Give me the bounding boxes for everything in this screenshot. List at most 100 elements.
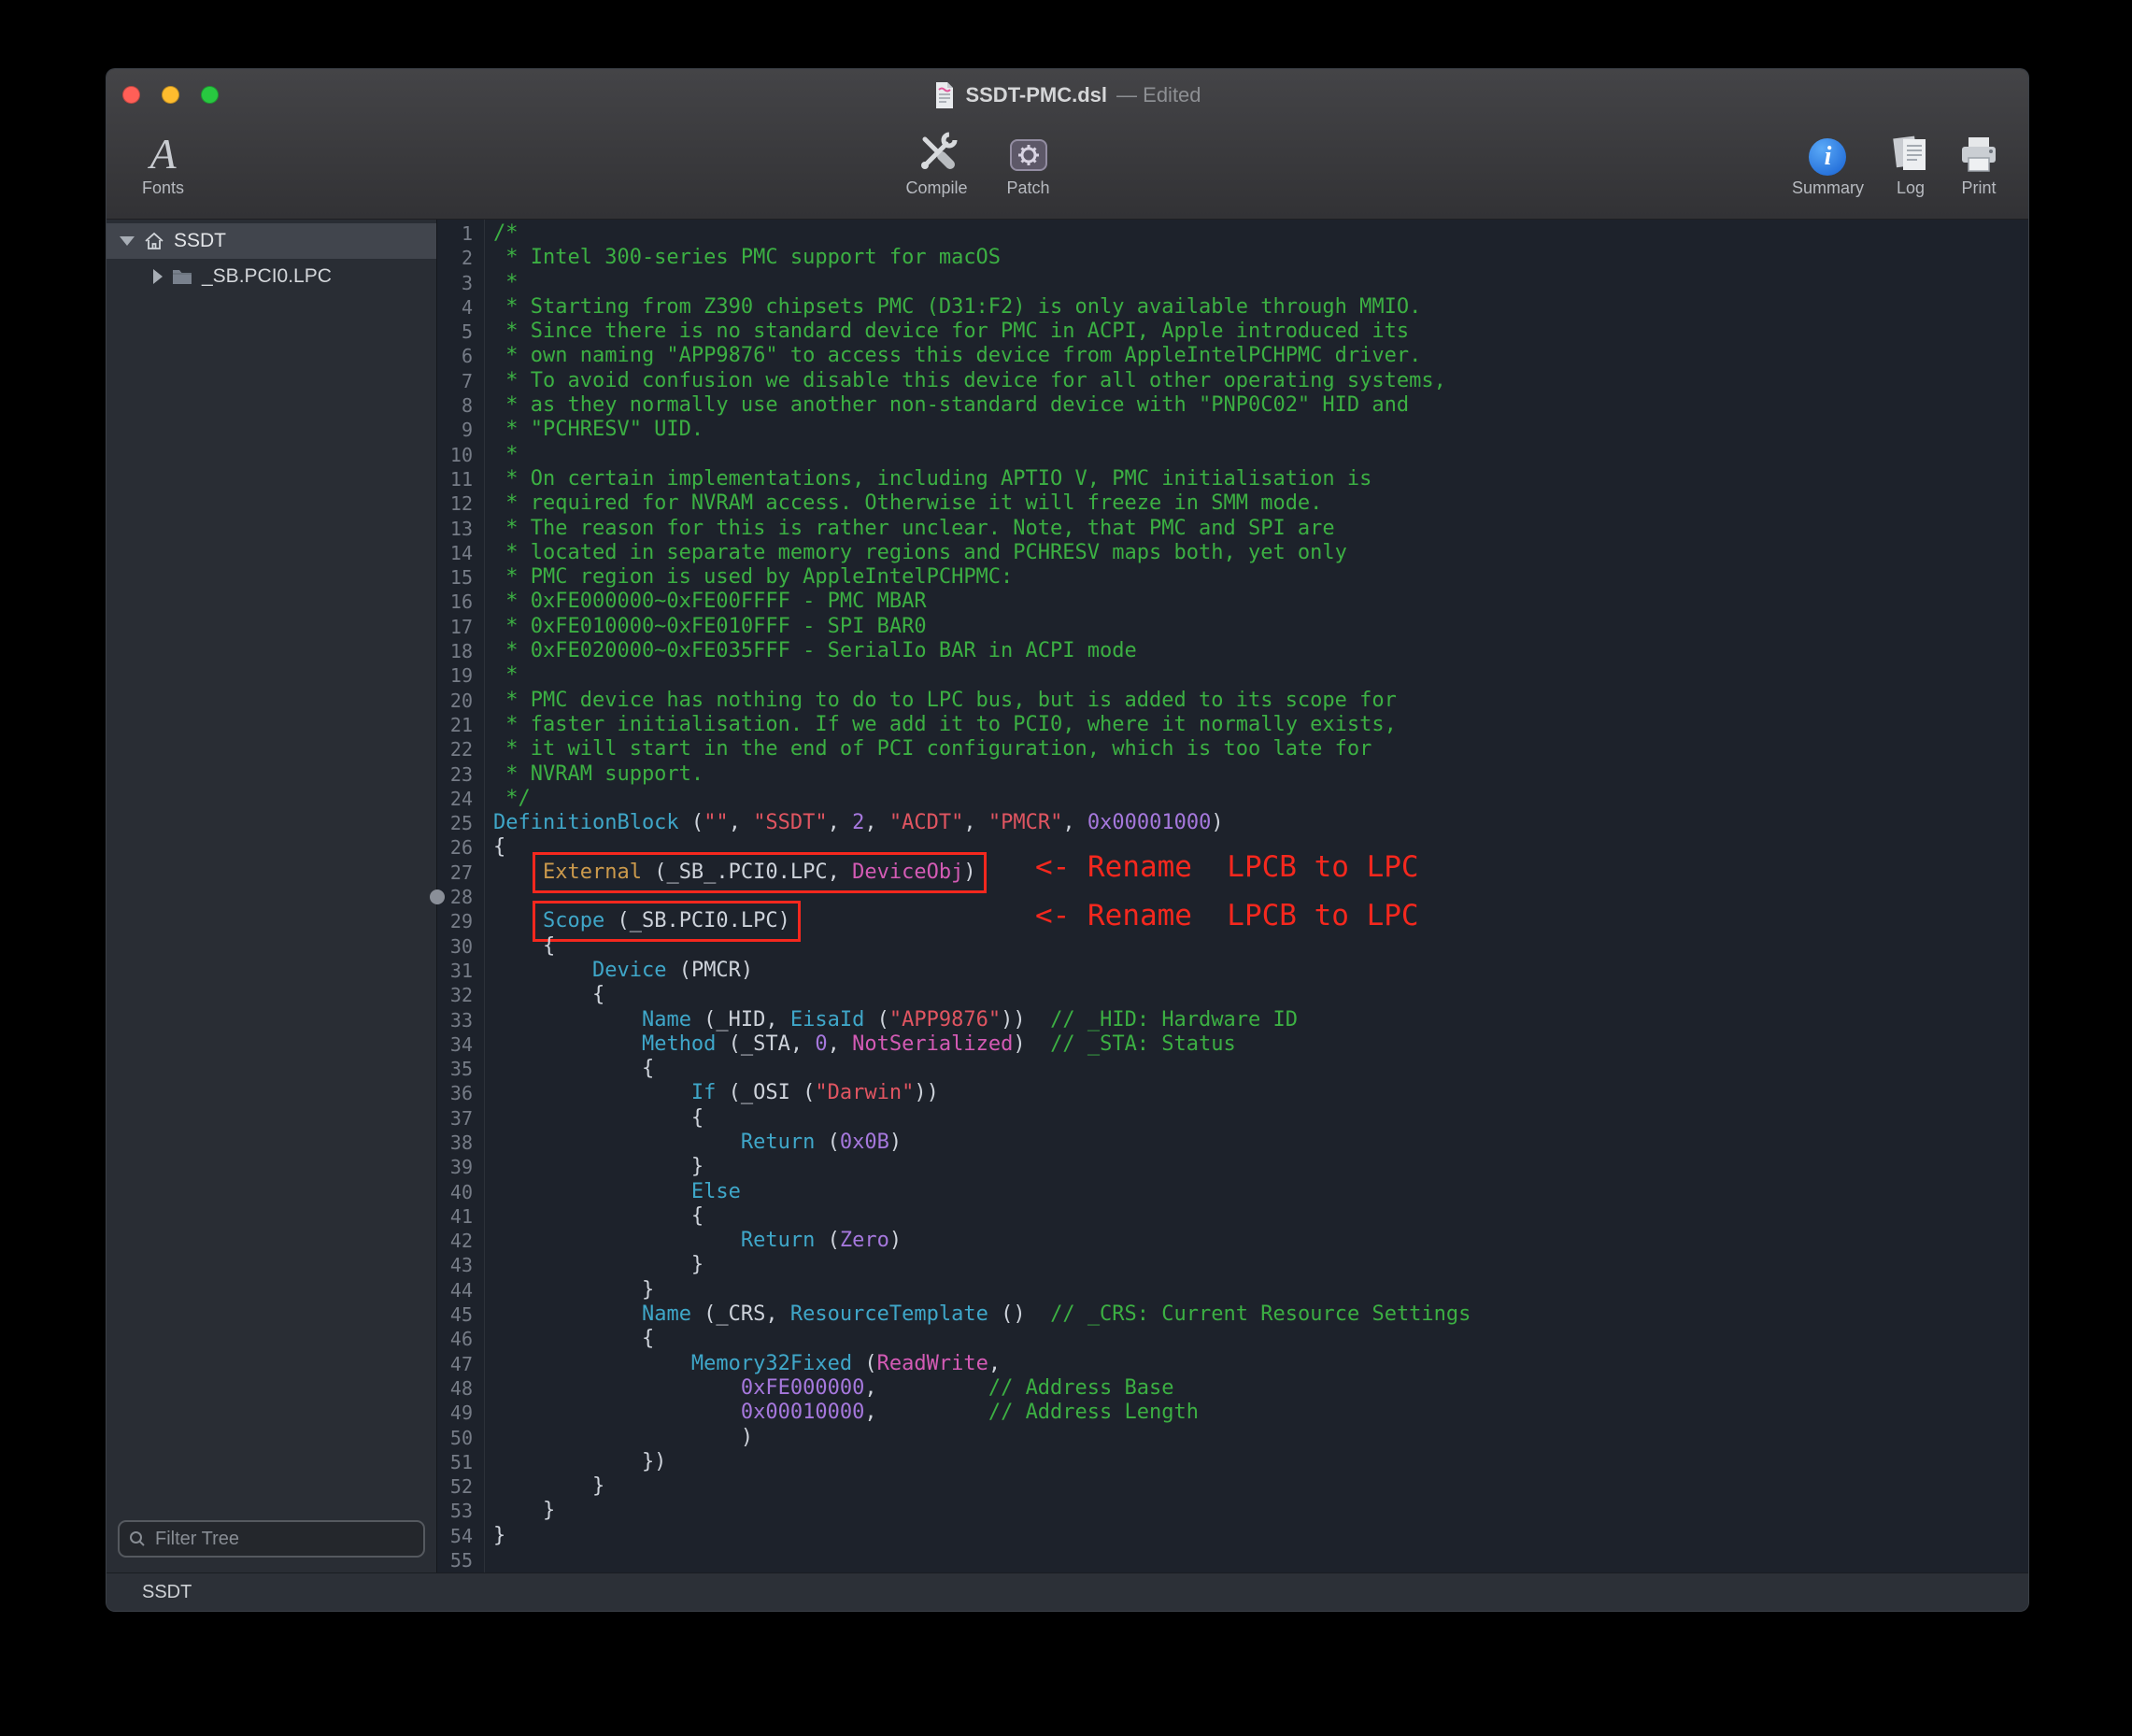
line-number[interactable]: 50: [437, 1426, 484, 1450]
code-editor[interactable]: 1/*2 * Intel 300-series PMC support for …: [437, 220, 2028, 1572]
line-number[interactable]: 15: [437, 565, 484, 590]
line-number[interactable]: 34: [437, 1032, 484, 1057]
line-number[interactable]: 31: [437, 959, 484, 983]
line-number[interactable]: 47: [437, 1352, 484, 1376]
line-number[interactable]: 36: [437, 1081, 484, 1105]
line-number[interactable]: 17: [437, 615, 484, 639]
line-number[interactable]: 18: [437, 639, 484, 663]
line-number[interactable]: 52: [437, 1474, 484, 1499]
code-text: }: [484, 1524, 505, 1548]
line-number[interactable]: 22: [437, 737, 484, 761]
edited-status: — Edited: [1116, 83, 1201, 107]
log-pages-icon: [1890, 127, 1931, 176]
line-number[interactable]: 44: [437, 1278, 484, 1302]
close-button[interactable]: [122, 86, 140, 104]
code-text: * 0xFE010000~0xFE010FFF - SPI BAR0: [484, 615, 927, 639]
disclosure-closed-icon[interactable]: [153, 269, 163, 284]
line-number[interactable]: 51: [437, 1450, 484, 1474]
code-text: External (_SB_.PCI0.LPC, DeviceObj)<- Re…: [484, 861, 987, 885]
log-button[interactable]: Log: [1890, 127, 1931, 198]
line-number[interactable]: 13: [437, 517, 484, 541]
line-number[interactable]: 35: [437, 1057, 484, 1081]
code-line: 52 }: [437, 1474, 2028, 1499]
tree-item-ssdt[interactable]: SSDT: [107, 223, 436, 259]
line-number[interactable]: 43: [437, 1253, 484, 1277]
fonts-label: Fonts: [142, 178, 184, 198]
line-number[interactable]: 53: [437, 1499, 484, 1523]
code-text: Method (_STA, 0, NotSerialized) // _STA:…: [484, 1032, 1236, 1057]
code-text: /*: [484, 221, 519, 246]
window-title: SSDT-PMC.dsl — Edited: [107, 69, 2028, 121]
line-number[interactable]: 1: [437, 221, 484, 246]
tree-item-label: SSDT: [174, 230, 226, 252]
titlebar[interactable]: SSDT-PMC.dsl — Edited: [107, 69, 2028, 121]
line-number[interactable]: 38: [437, 1131, 484, 1155]
code-text: {: [484, 934, 555, 959]
line-number[interactable]: 7: [437, 369, 484, 393]
line-number[interactable]: 54: [437, 1524, 484, 1548]
line-number[interactable]: 5: [437, 320, 484, 344]
line-number[interactable]: 16: [437, 590, 484, 614]
code-line: 30 {: [437, 934, 2028, 959]
code-line: 11 * On certain implementations, includi…: [437, 467, 2028, 491]
line-number[interactable]: 27: [437, 861, 484, 885]
line-number[interactable]: 45: [437, 1302, 484, 1327]
minimize-button[interactable]: [162, 86, 179, 104]
line-number[interactable]: 19: [437, 663, 484, 688]
line-number[interactable]: 33: [437, 1008, 484, 1032]
code-line: 31 Device (PMCR): [437, 959, 2028, 983]
traffic-lights: [122, 86, 219, 104]
line-number[interactable]: 11: [437, 467, 484, 491]
tree-item-sb-pci0-lpc[interactable]: _SB.PCI0.LPC: [107, 259, 436, 294]
disclosure-open-icon[interactable]: [120, 236, 135, 246]
line-number[interactable]: 37: [437, 1106, 484, 1131]
line-number[interactable]: 25: [437, 811, 484, 835]
patch-button[interactable]: Patch: [989, 127, 1068, 198]
line-number[interactable]: 3: [437, 271, 484, 295]
line-number[interactable]: 30: [437, 934, 484, 959]
line-number[interactable]: 12: [437, 491, 484, 516]
code-text: }: [484, 1253, 704, 1277]
code-text: */: [484, 787, 531, 811]
code-line: 1/*: [437, 221, 2028, 246]
line-number[interactable]: 24: [437, 787, 484, 811]
line-number[interactable]: 32: [437, 983, 484, 1007]
line-number[interactable]: 14: [437, 541, 484, 565]
code-line: 46 {: [437, 1327, 2028, 1351]
code-line: 45 Name (_CRS, ResourceTemplate () // _C…: [437, 1302, 2028, 1327]
line-number[interactable]: 42: [437, 1229, 484, 1253]
code-text: Memory32Fixed (ReadWrite,: [484, 1352, 1001, 1376]
line-number[interactable]: 8: [437, 393, 484, 418]
line-number[interactable]: 6: [437, 344, 484, 368]
code-line: 41 {: [437, 1204, 2028, 1229]
line-number[interactable]: 48: [437, 1376, 484, 1401]
line-number[interactable]: 49: [437, 1401, 484, 1425]
code-text: * 0xFE000000~0xFE00FFFF - PMC MBAR: [484, 590, 927, 614]
print-button[interactable]: Print: [1957, 127, 2000, 198]
line-number[interactable]: 41: [437, 1204, 484, 1229]
line-number[interactable]: 21: [437, 713, 484, 737]
fonts-button[interactable]: A Fonts: [142, 127, 184, 198]
line-number[interactable]: 40: [437, 1180, 484, 1204]
line-number[interactable]: 55: [437, 1548, 484, 1572]
line-number[interactable]: 2: [437, 246, 484, 270]
line-number[interactable]: 26: [437, 835, 484, 860]
line-number[interactable]: 20: [437, 689, 484, 713]
code-line: 54}: [437, 1524, 2028, 1548]
code-text: * To avoid confusion we disable this dev…: [484, 369, 1446, 393]
line-number[interactable]: 39: [437, 1155, 484, 1179]
code-text: {: [484, 835, 505, 860]
filter-tree-input[interactable]: [153, 1528, 414, 1551]
code-text: * required for NVRAM access. Otherwise i…: [484, 491, 1322, 516]
line-number[interactable]: 9: [437, 418, 484, 442]
line-number[interactable]: 46: [437, 1327, 484, 1351]
line-number[interactable]: 4: [437, 295, 484, 320]
line-number[interactable]: 29: [437, 909, 484, 933]
document-title: SSDT-PMC.dsl: [965, 83, 1107, 107]
zoom-button[interactable]: [201, 86, 219, 104]
line-number[interactable]: 23: [437, 762, 484, 787]
line-number[interactable]: 10: [437, 443, 484, 467]
compile-button[interactable]: Compile: [898, 127, 976, 198]
code-text: 0x00010000, // Address Length: [484, 1401, 1199, 1425]
summary-button[interactable]: i Summary: [1792, 127, 1864, 198]
